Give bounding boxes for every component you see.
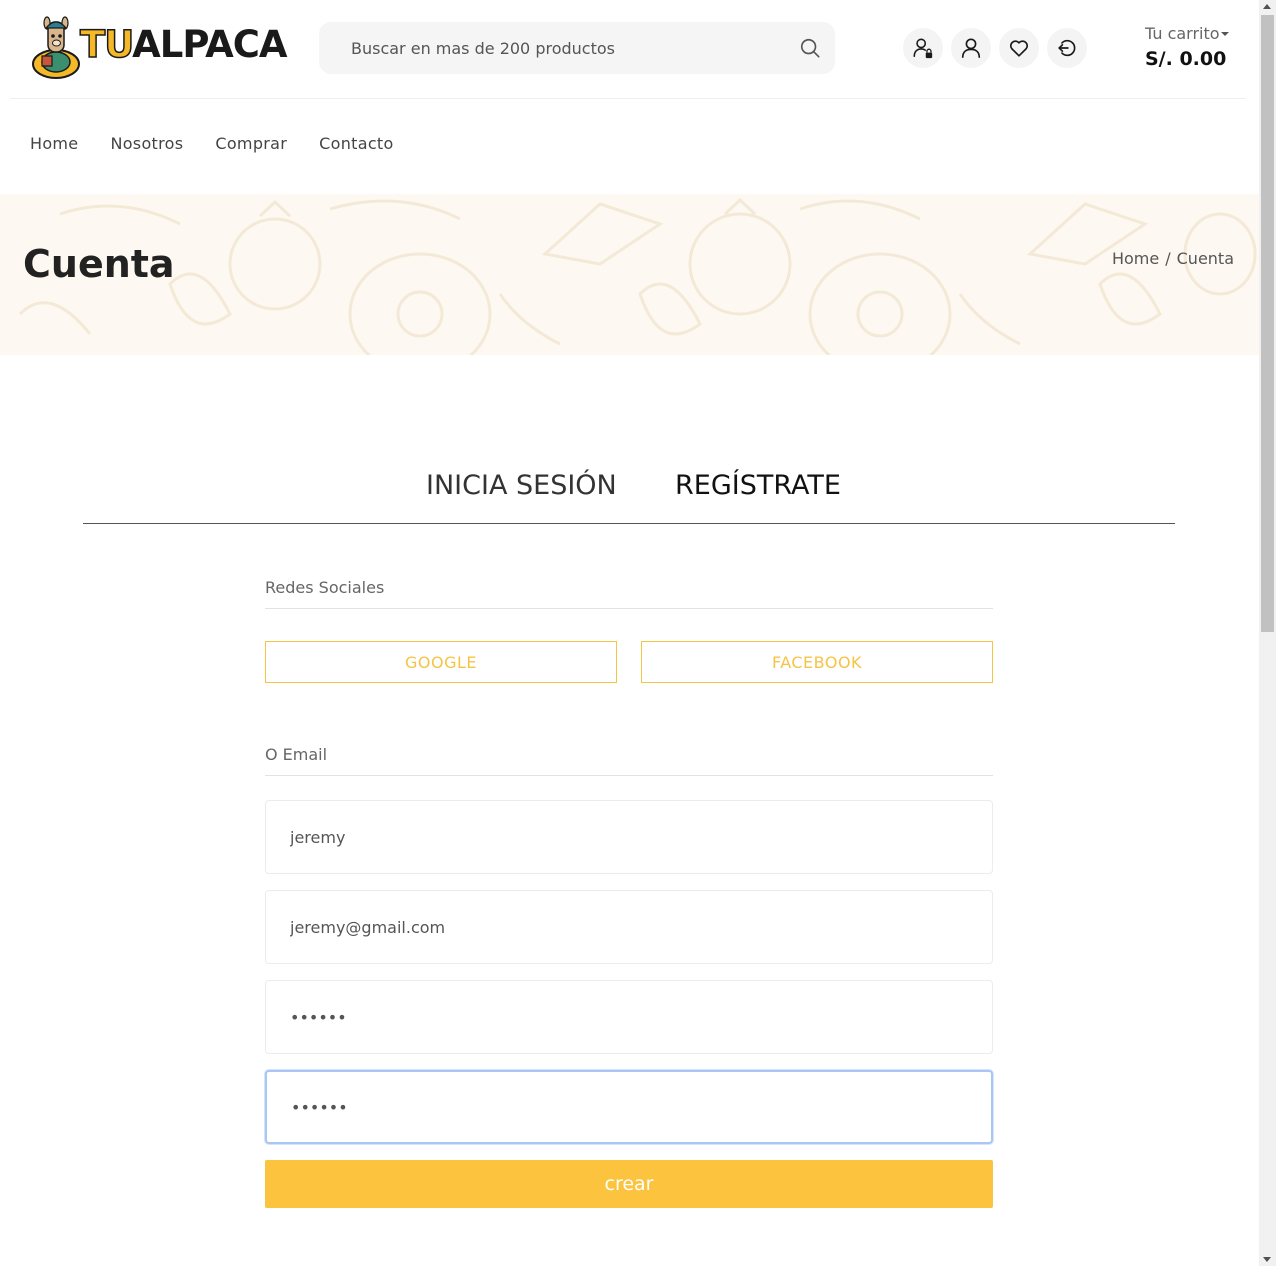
chevron-down-icon[interactable]	[1221, 32, 1229, 36]
search-icon[interactable]	[799, 37, 821, 59]
tab-login[interactable]: INICIA SESIÓN	[426, 470, 617, 501]
auth-tabs: INICIA SESIÓN REGÍSTRATE	[83, 470, 1175, 524]
nav-item-nosotros[interactable]: Nosotros	[110, 134, 183, 160]
social-section-divider	[265, 608, 993, 609]
confirm-password-field[interactable]	[265, 1070, 993, 1144]
food-pattern-background	[18, 197, 1257, 355]
breadcrumb-home[interactable]: Home	[1112, 249, 1159, 268]
main-nav: Home Nosotros Comprar Contacto	[30, 134, 394, 160]
breadcrumb: Home / Cuenta	[1112, 249, 1234, 268]
breadcrumb-separator: /	[1165, 249, 1171, 268]
logo-text-tu: TU	[79, 22, 134, 67]
cart-total: S/. 0.00	[1145, 48, 1227, 70]
page-title: Cuenta	[23, 242, 175, 286]
scroll-up-icon[interactable]	[1263, 4, 1271, 9]
logout-icon	[1058, 39, 1076, 57]
google-button[interactable]: GOOGLE	[265, 641, 617, 683]
nav-item-comprar[interactable]: Comprar	[215, 134, 287, 160]
user-lock-icon	[913, 38, 933, 59]
wishlist-button[interactable]	[999, 28, 1039, 68]
email-section-divider	[265, 775, 993, 776]
search-bar	[319, 22, 835, 74]
page-scrollbar[interactable]	[1259, 0, 1276, 1266]
cart-summary[interactable]: Tu carrito S/. 0.00	[1145, 22, 1245, 74]
social-section-title: Redes Sociales	[265, 578, 385, 597]
search-input[interactable]	[319, 22, 789, 74]
create-account-button[interactable]: crear	[265, 1160, 993, 1208]
nav-item-home[interactable]: Home	[30, 134, 78, 160]
password-field[interactable]	[265, 980, 993, 1054]
logo-text-alpaca: ALPACA	[132, 23, 287, 66]
username-field[interactable]	[265, 800, 993, 874]
cart-label: Tu carrito	[1145, 24, 1220, 43]
email-section-title: O Email	[265, 745, 328, 764]
email-field[interactable]	[265, 890, 993, 964]
page: TUALPACA Buscar en mas de 200 productos …	[0, 0, 1259, 1266]
breadcrumb-current: Cuenta	[1176, 249, 1234, 268]
logo-wordmark: TUALPACA	[79, 22, 287, 68]
scroll-down-icon[interactable]	[1263, 1257, 1271, 1262]
tab-register[interactable]: REGÍSTRATE	[675, 470, 841, 501]
user-icon	[961, 38, 981, 58]
account-button[interactable]	[951, 28, 991, 68]
header-divider	[10, 98, 1246, 99]
alpaca-mascot-icon	[32, 16, 80, 79]
scrollbar-thumb[interactable]	[1261, 15, 1274, 632]
account-lock-button[interactable]	[903, 28, 943, 68]
site-logo[interactable]: TUALPACA	[30, 14, 302, 80]
nav-item-contacto[interactable]: Contacto	[319, 134, 393, 160]
page-banner: Cuenta Home / Cuenta	[0, 194, 1259, 355]
heart-icon	[1009, 40, 1029, 57]
site-header: TUALPACA Buscar en mas de 200 productos …	[0, 0, 1259, 98]
facebook-button[interactable]: FACEBOOK	[641, 641, 993, 683]
logout-button[interactable]	[1047, 28, 1087, 68]
